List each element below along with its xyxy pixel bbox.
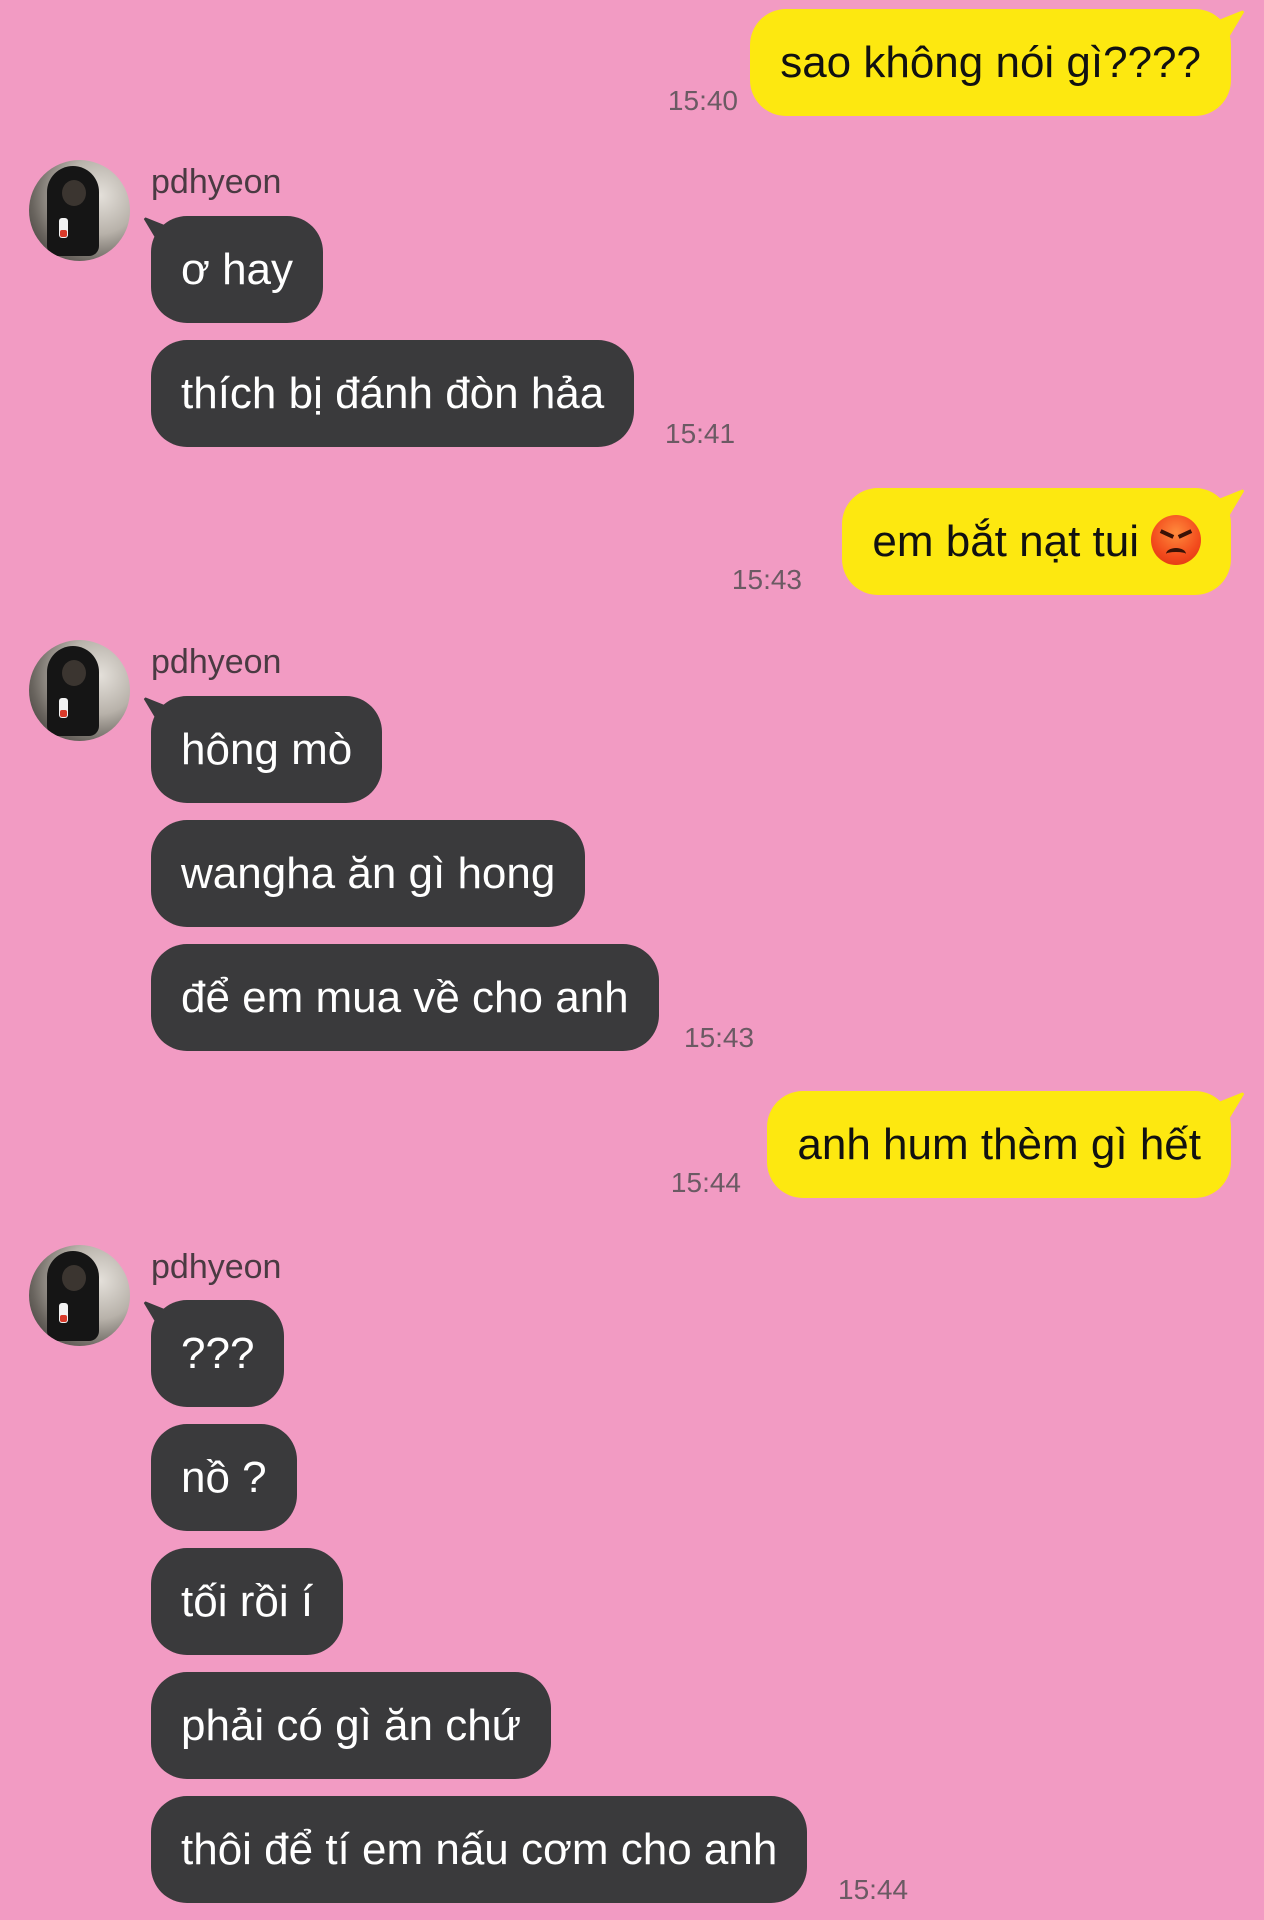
incoming-message[interactable]: tối rồi í <box>151 1548 344 1655</box>
incoming-message[interactable]: ??? <box>151 1300 285 1407</box>
avatar[interactable] <box>29 640 130 741</box>
chat-thread: sao không nói gì???? 15:40 pdhyeon ơ hay… <box>0 0 1264 1920</box>
outgoing-message[interactable]: anh hum thèm gì hết <box>767 1091 1231 1198</box>
message-timestamp: 15:43 <box>731 564 802 595</box>
message-timestamp: 15:44 <box>670 1167 741 1198</box>
outgoing-message[interactable]: sao không nói gì???? <box>750 9 1231 116</box>
message-text: em bắt nạt tui <box>872 517 1139 566</box>
sender-name: pdhyeon <box>151 163 282 201</box>
incoming-message[interactable]: thôi để tí em nấu cơm cho anh <box>151 1796 808 1903</box>
incoming-message[interactable]: nồ ? <box>151 1424 297 1531</box>
incoming-message[interactable]: để em mua về cho anh <box>151 944 659 1051</box>
incoming-message[interactable]: hông mò <box>151 696 383 803</box>
incoming-message[interactable]: ơ hay <box>151 216 324 323</box>
message-timestamp: 15:41 <box>665 418 736 449</box>
sender-name: pdhyeon <box>151 643 282 681</box>
sender-name: pdhyeon <box>151 1248 282 1286</box>
message-timestamp: 15:44 <box>838 1874 909 1905</box>
message-timestamp: 15:43 <box>684 1022 755 1053</box>
incoming-message[interactable]: thích bị đánh đòn hảa <box>151 340 635 447</box>
avatar[interactable] <box>29 160 130 261</box>
incoming-message[interactable]: phải có gì ăn chứ <box>151 1672 552 1779</box>
message-timestamp: 15:40 <box>667 85 738 116</box>
outgoing-message[interactable]: em bắt nạt tui <box>842 488 1231 595</box>
avatar[interactable] <box>29 1245 130 1346</box>
angry-face-icon <box>1151 515 1201 566</box>
incoming-message[interactable]: wangha ăn gì hong <box>151 820 586 927</box>
